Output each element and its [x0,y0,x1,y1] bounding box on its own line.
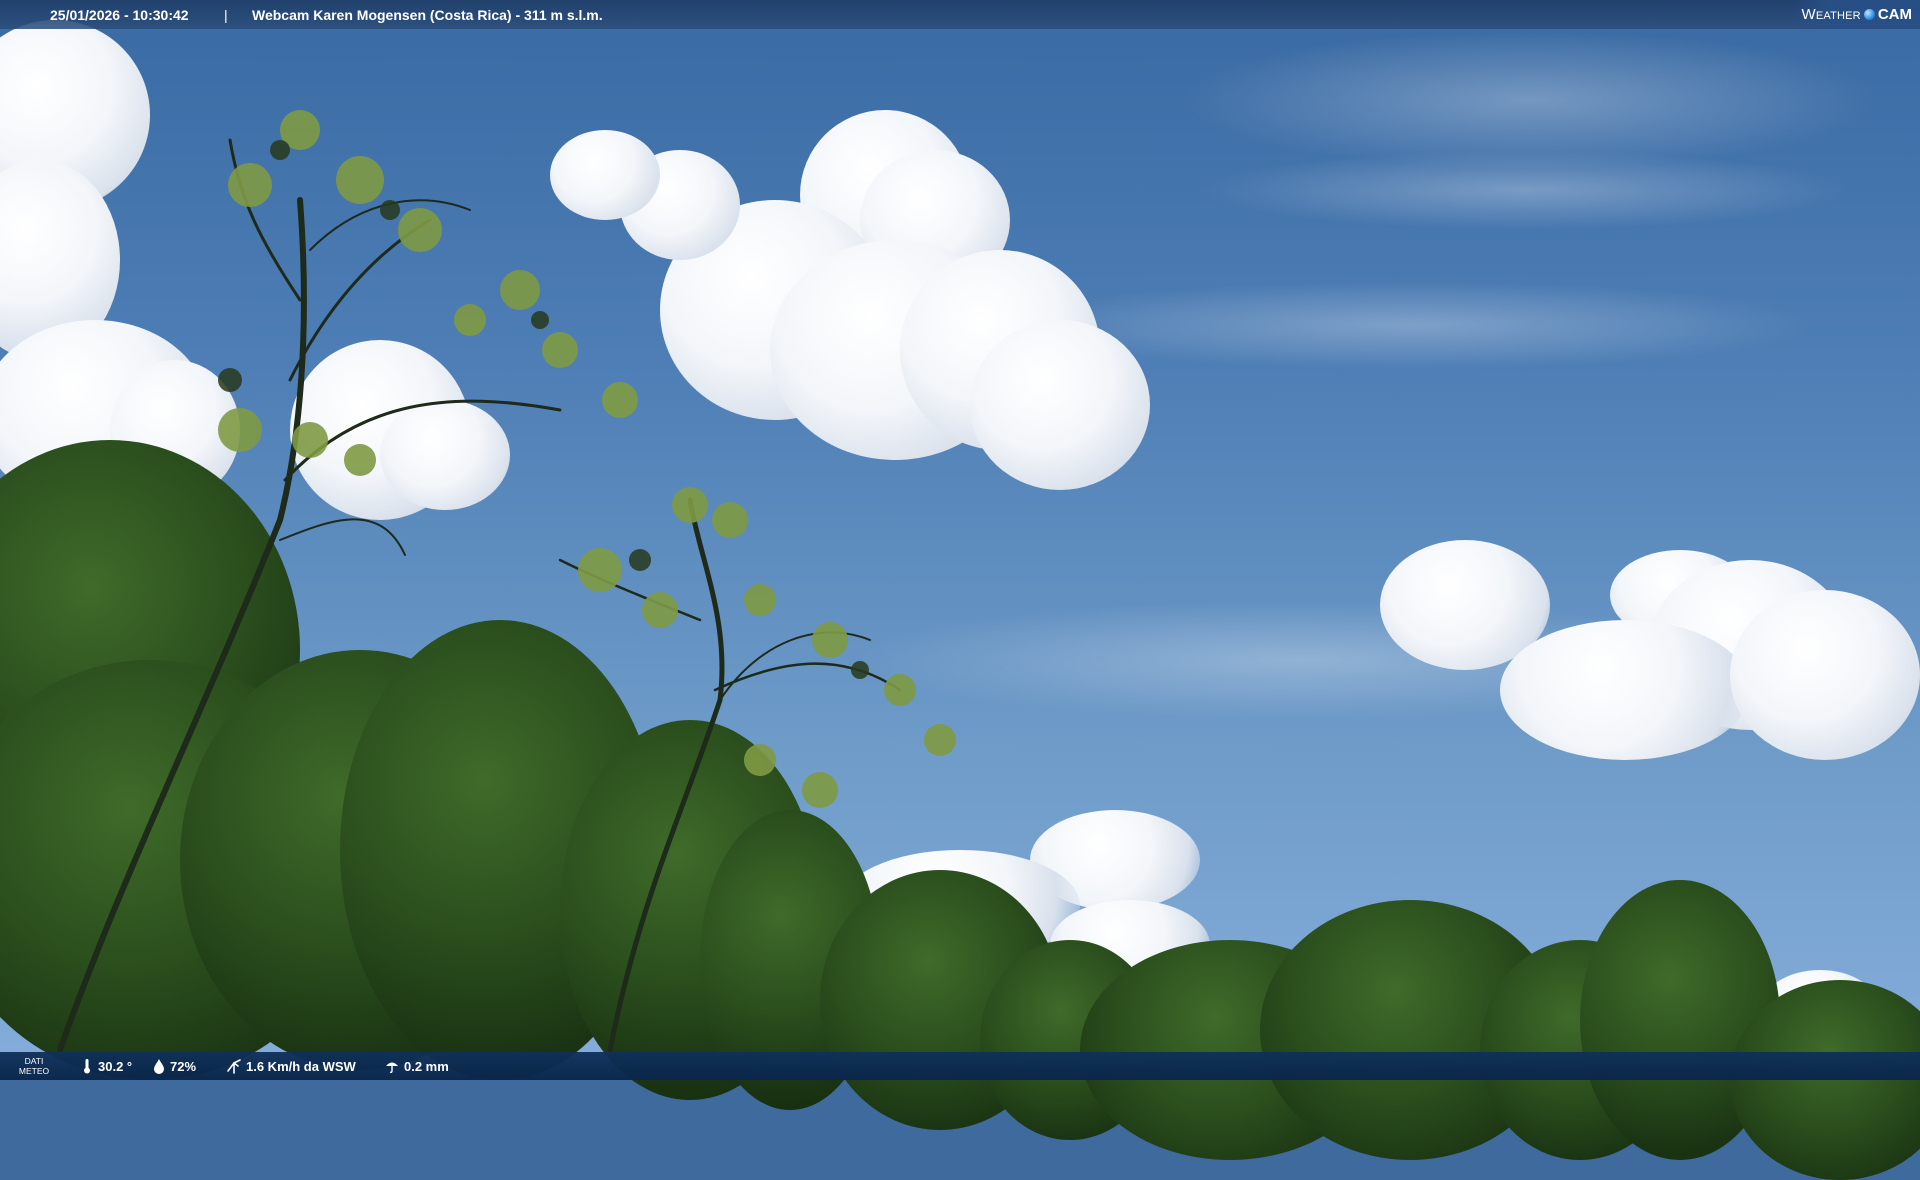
rain-reading: 0.2 mm [384,1052,449,1080]
thermometer-icon [84,1059,90,1074]
dati-meteo-label: DATI METEO [14,1054,54,1078]
timestamp: 25/01/2026 - 10:30:42 [50,6,189,23]
temperature-reading: 30.2 ° [80,1052,132,1080]
humidity-reading: 72% [152,1052,196,1080]
tree-silhouettes [57,110,956,1053]
dati-label: DATI [24,1056,44,1066]
humidity-value: 72% [170,1058,197,1074]
temperature-value: 30.2 ° [98,1058,133,1074]
weathercam-logo: Weather CAM [1789,0,1920,29]
weather-data-bar: DATI METEO 30.2 ° 72% 1.6 Km/h da WSW 0.… [0,1052,1920,1080]
logo-cam-text: CAM [1877,6,1912,23]
webcam-info-bar: 25/01/2026 - 10:30:42 | Webcam Karen Mog… [0,0,1920,29]
separator: | [224,6,228,23]
rain-icon [386,1062,398,1074]
rain-value: 0.2 mm [404,1058,449,1074]
logo-weather-text: Weather [1801,6,1861,23]
meteo-label: METEO [18,1066,50,1076]
webcam-title: Webcam Karen Mogensen (Costa Rica) - 311… [252,6,603,23]
droplet-icon [154,1059,164,1074]
wind-reading: 1.6 Km/h da WSW [226,1052,356,1080]
wind-icon [227,1059,241,1074]
wind-value: 1.6 Km/h da WSW [246,1058,356,1074]
globe-icon [1863,9,1875,20]
